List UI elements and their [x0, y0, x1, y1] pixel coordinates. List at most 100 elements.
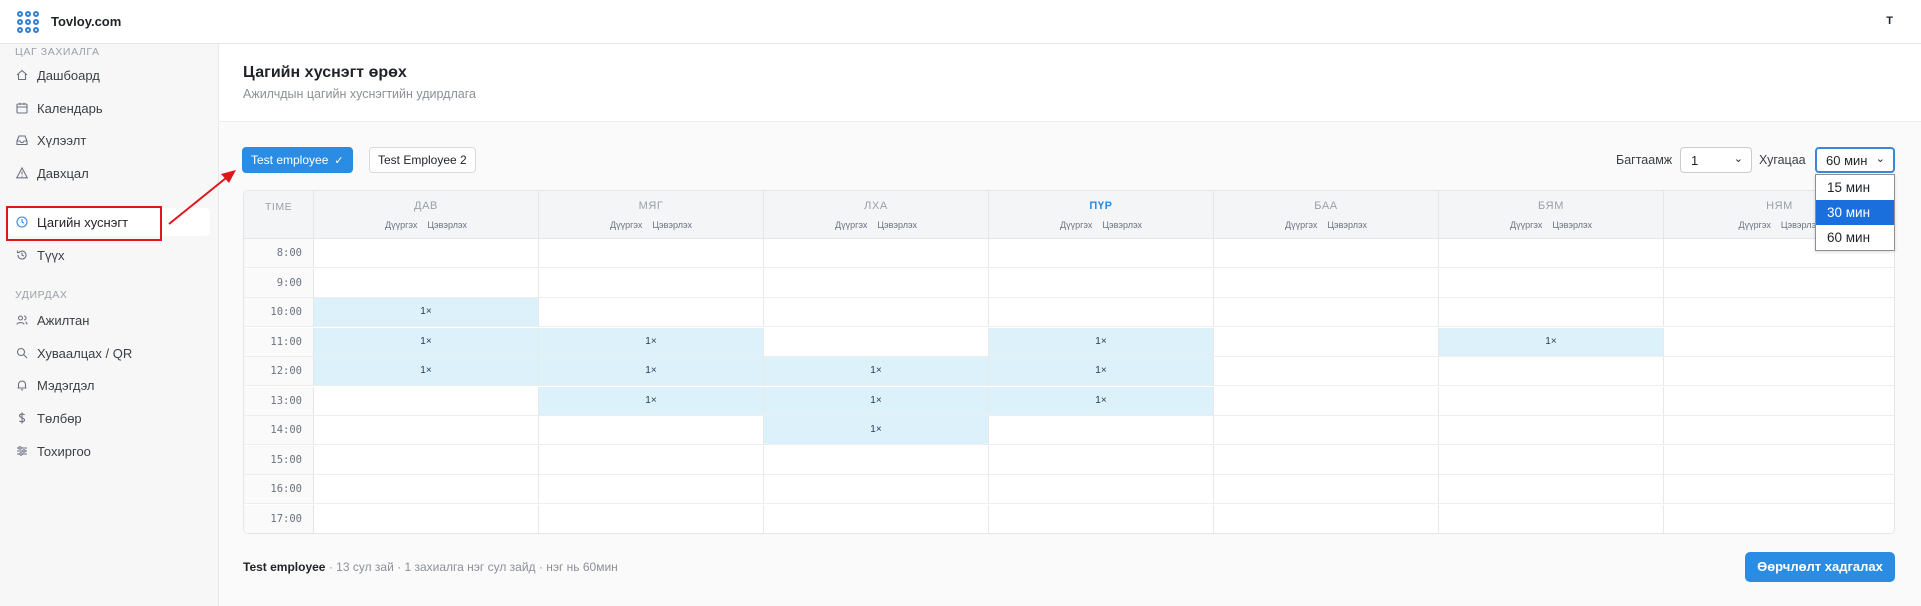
slot-cell[interactable]	[1214, 386, 1439, 416]
slot-cell[interactable]	[539, 268, 764, 298]
sidebar-item-payment[interactable]: Төлбөр	[8, 404, 210, 432]
slot-cell[interactable]	[1439, 386, 1664, 416]
sidebar-item-calendar[interactable]: Календарь	[8, 94, 210, 122]
slot-cell[interactable]	[1664, 475, 1894, 504]
slot-cell-booked[interactable]: 1×	[1439, 327, 1664, 357]
slot-cell[interactable]	[1214, 475, 1439, 504]
day-sub-labels: Дүүргэх Цэвэрлэх	[1214, 220, 1438, 230]
slot-cell[interactable]	[764, 504, 989, 533]
slot-cell[interactable]	[539, 416, 764, 445]
day-sub-label: Цэвэрлэх	[1552, 220, 1592, 230]
slot-cell[interactable]	[1439, 416, 1664, 445]
slot-cell[interactable]	[314, 416, 539, 445]
slot-cell-booked[interactable]: 1×	[539, 357, 764, 386]
sidebar-item-share-qr[interactable]: Хуваалцах / QR	[8, 339, 210, 367]
slot-cell[interactable]	[1664, 268, 1894, 298]
footer-employee: Test employee	[243, 560, 326, 574]
slot-cell[interactable]	[1214, 504, 1439, 533]
slot-cell[interactable]	[989, 239, 1214, 268]
slot-cell[interactable]	[1214, 357, 1439, 386]
sidebar-item-label: Ажилтан	[37, 313, 90, 328]
sidebar-item-waitlist[interactable]: Хүлээлт	[8, 126, 210, 154]
slot-cell[interactable]	[764, 327, 989, 357]
user-avatar[interactable]: T	[1886, 15, 1893, 27]
slot-cell[interactable]	[989, 475, 1214, 504]
slot-cell[interactable]	[1439, 268, 1664, 298]
slot-cell[interactable]	[1439, 445, 1664, 475]
slot-cell[interactable]	[539, 445, 764, 475]
slot-cell[interactable]	[989, 298, 1214, 327]
slot-cell[interactable]	[1439, 504, 1664, 533]
slot-cell[interactable]	[1664, 504, 1894, 533]
slot-cell-booked[interactable]: 1×	[314, 357, 539, 386]
slot-cell-booked[interactable]: 1×	[764, 416, 989, 445]
employee-chip-selected[interactable]: Test employee ✓	[242, 147, 353, 173]
slot-cell[interactable]	[314, 386, 539, 416]
duration-option[interactable]: 60 мин	[1816, 225, 1894, 250]
slot-cell[interactable]	[1664, 298, 1894, 327]
slot-cell[interactable]	[764, 298, 989, 327]
slot-cell[interactable]	[314, 268, 539, 298]
slot-cell[interactable]	[1439, 298, 1664, 327]
sidebar-item-history[interactable]: Түүх	[8, 241, 210, 269]
slot-cell-booked[interactable]: 1×	[989, 357, 1214, 386]
slot-cell[interactable]	[764, 445, 989, 475]
slot-cell[interactable]	[1664, 416, 1894, 445]
sidebar-item-dashboard[interactable]: Дашбоард	[8, 61, 210, 89]
slot-cell-booked[interactable]: 1×	[764, 357, 989, 386]
slot-cell[interactable]	[989, 445, 1214, 475]
slot-cell[interactable]	[1214, 327, 1439, 357]
slot-cell[interactable]	[1439, 357, 1664, 386]
slot-cell-booked[interactable]: 1×	[764, 386, 989, 416]
slot-cell[interactable]	[1214, 298, 1439, 327]
duration-option[interactable]: 15 мин	[1816, 175, 1894, 200]
slot-cell[interactable]	[989, 504, 1214, 533]
day-sub-label: Дүүргэх	[385, 220, 418, 230]
slot-cell[interactable]	[1214, 416, 1439, 445]
sidebar-item-timesheet[interactable]: Цагийн хуснэгт	[8, 208, 210, 236]
slot-cell[interactable]	[1664, 445, 1894, 475]
day-header: ЛХА Дүүргэх Цэвэрлэх	[764, 191, 989, 239]
slot-cell[interactable]	[1664, 357, 1894, 386]
slot-cell-booked[interactable]: 1×	[314, 298, 539, 327]
slot-cell[interactable]	[314, 445, 539, 475]
slot-cell[interactable]	[1439, 475, 1664, 504]
slot-cell-booked[interactable]: 1×	[314, 327, 539, 357]
slot-cell[interactable]	[1664, 386, 1894, 416]
slot-cell[interactable]	[314, 239, 539, 268]
time-text: 9:00	[276, 276, 302, 289]
slot-cell[interactable]	[539, 475, 764, 504]
day-name: ДАВ	[414, 200, 438, 212]
slot-cell-booked[interactable]: 1×	[989, 327, 1214, 357]
slot-cell[interactable]	[539, 239, 764, 268]
slot-cell[interactable]	[1664, 327, 1894, 357]
slot-cell[interactable]	[989, 416, 1214, 445]
slot-cell-booked[interactable]: 1×	[539, 327, 764, 357]
day-name: ПҮР	[1089, 200, 1113, 212]
slot-cell[interactable]	[1214, 445, 1439, 475]
slot-cell[interactable]	[989, 268, 1214, 298]
slot-cell[interactable]	[764, 475, 989, 504]
search-icon	[16, 347, 28, 359]
duration-select[interactable]: 60 мин ⌄	[1815, 147, 1895, 173]
sidebar-item-conflicts[interactable]: Давхцал	[8, 159, 210, 187]
sidebar-item-employees[interactable]: Ажилтан	[8, 306, 210, 334]
slot-cell[interactable]	[314, 475, 539, 504]
save-changes-button[interactable]: Өөрчлөлт хадгалах	[1745, 552, 1895, 582]
brand-name[interactable]: Tovloy.com	[51, 14, 121, 29]
slot-cell[interactable]	[764, 239, 989, 268]
slot-cell[interactable]	[314, 504, 539, 533]
slot-cell[interactable]	[539, 504, 764, 533]
slot-cell-booked[interactable]: 1×	[989, 386, 1214, 416]
slot-cell[interactable]	[1214, 239, 1439, 268]
slot-cell[interactable]	[1439, 239, 1664, 268]
slot-cell[interactable]	[539, 298, 764, 327]
employee-chip[interactable]: Test Employee 2	[369, 147, 476, 173]
slot-cell[interactable]	[764, 268, 989, 298]
sidebar-item-settings[interactable]: Тохиргоо	[8, 437, 210, 465]
capacity-select[interactable]: 1 ⌄	[1680, 147, 1752, 173]
duration-option-highlighted[interactable]: 30 мин	[1816, 200, 1894, 225]
sidebar-item-notifications[interactable]: Мэдэгдэл	[8, 371, 210, 399]
slot-cell[interactable]	[1214, 268, 1439, 298]
slot-cell-booked[interactable]: 1×	[539, 386, 764, 416]
